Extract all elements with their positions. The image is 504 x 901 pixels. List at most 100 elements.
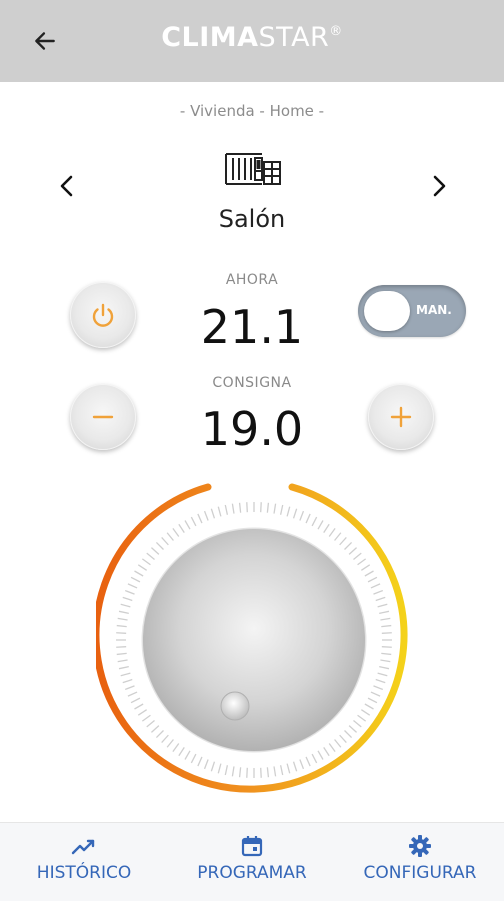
dial-knob-icon[interactable]: [220, 691, 250, 721]
dial-tick: [155, 541, 164, 550]
dial-tick: [260, 767, 262, 778]
toggle-mode-label: MAN.: [416, 303, 452, 317]
dial-tick: [184, 520, 191, 530]
dial-tick: [311, 516, 318, 527]
dial-tick: [134, 570, 144, 577]
dial-tick: [353, 720, 362, 728]
dial-tick: [339, 537, 347, 546]
dial-tick: [334, 532, 342, 541]
dial-tick: [273, 766, 277, 777]
dial-tick: [360, 564, 371, 571]
calendar-icon: [241, 836, 263, 857]
dial-tick: [286, 763, 291, 774]
dial-tick: [246, 767, 248, 778]
dial-tick: [260, 502, 262, 513]
dial-tick: [279, 504, 284, 515]
dial-tick: [118, 610, 129, 615]
nav-configurar[interactable]: CONFIGURAR: [336, 833, 504, 883]
previous-room-button[interactable]: [52, 170, 82, 202]
dial-tick: [317, 520, 324, 530]
dial-tick: [273, 503, 277, 514]
dial-tick: [364, 703, 374, 710]
dial-tick: [120, 603, 131, 608]
dial-tick: [246, 502, 248, 513]
dial-tick: [116, 632, 127, 634]
dial-tick: [380, 617, 391, 621]
power-icon: [92, 303, 114, 327]
dial-tick: [117, 617, 128, 621]
dial-tick: [161, 734, 169, 743]
dial-tick: [184, 750, 191, 760]
dial-tick: [370, 691, 381, 697]
plus-icon: [390, 406, 412, 428]
dial-tick: [137, 709, 148, 716]
dial-tick: [203, 510, 209, 521]
dial-tick: [292, 508, 298, 519]
dial-tick: [137, 564, 148, 571]
power-button[interactable]: [70, 282, 136, 348]
decrease-setpoint-button[interactable]: [70, 384, 136, 450]
dial-tick: [377, 603, 388, 608]
logo-text-bold: CLIMA: [161, 22, 259, 53]
dial-tick: [146, 720, 155, 728]
nav-historico[interactable]: HISTÓRICO: [0, 833, 168, 883]
dial-tick: [357, 558, 367, 566]
dial-tick: [118, 665, 129, 670]
dial-tick: [197, 756, 203, 767]
current-temperature-label: AHORA: [225, 272, 279, 288]
dial-tick: [217, 763, 222, 774]
app-header: CLIMASTAR®: [0, 0, 504, 82]
radiator-icon: [225, 153, 281, 185]
dial-tick: [379, 665, 390, 670]
dial-tick: [299, 510, 305, 521]
dial-knob: [141, 527, 367, 753]
dial-tick: [217, 506, 222, 517]
dial-tick: [116, 646, 127, 648]
app-logo: CLIMASTAR®: [0, 22, 504, 53]
dial-tick: [178, 746, 185, 757]
dial-tick: [151, 547, 160, 555]
dial-tick: [348, 547, 357, 555]
dial-tick: [190, 753, 197, 764]
nav-historico-label: HISTÓRICO: [36, 863, 132, 883]
dial-tick: [141, 714, 151, 722]
dial-tick: [381, 646, 392, 648]
dial-tick: [151, 725, 160, 733]
dial-tick: [130, 697, 141, 704]
dial-tick: [124, 589, 135, 595]
dial-tick: [305, 756, 311, 767]
dial-tick: [120, 672, 131, 677]
dial-tick: [210, 761, 216, 772]
manual-mode-toggle[interactable]: MAN.: [358, 285, 466, 337]
dial-tick: [339, 734, 347, 743]
dial-tick: [238, 767, 242, 778]
dial-tick: [377, 672, 388, 677]
dial-tick: [373, 685, 384, 691]
toggle-knob: [364, 291, 410, 331]
next-room-button[interactable]: [424, 170, 454, 202]
temperature-dial[interactable]: [96, 478, 412, 794]
dial-tick: [231, 766, 235, 777]
dial-tick: [122, 678, 133, 684]
gear-icon: [409, 835, 431, 857]
dial-tick: [266, 767, 270, 778]
dial-tick: [344, 541, 353, 550]
dial-tick: [134, 703, 144, 710]
increase-setpoint-button[interactable]: [368, 384, 434, 450]
dial-tick: [311, 753, 318, 764]
chart-trend-icon: [71, 839, 95, 855]
dial-tick: [348, 725, 357, 733]
dial-tick: [305, 513, 311, 524]
dial-tick: [328, 527, 336, 537]
dial-tick: [203, 759, 209, 770]
dial-tick: [279, 765, 284, 776]
dial-tick: [375, 596, 386, 602]
dial-tick: [357, 714, 367, 722]
dial-tick: [117, 659, 128, 663]
dial-tick: [328, 743, 336, 753]
dial-tick: [266, 502, 270, 513]
dial-tick: [161, 537, 169, 546]
nav-programar[interactable]: PROGRAMAR: [168, 833, 336, 883]
setpoint-value: 19.0: [200, 402, 304, 456]
dial-tick: [224, 504, 229, 515]
